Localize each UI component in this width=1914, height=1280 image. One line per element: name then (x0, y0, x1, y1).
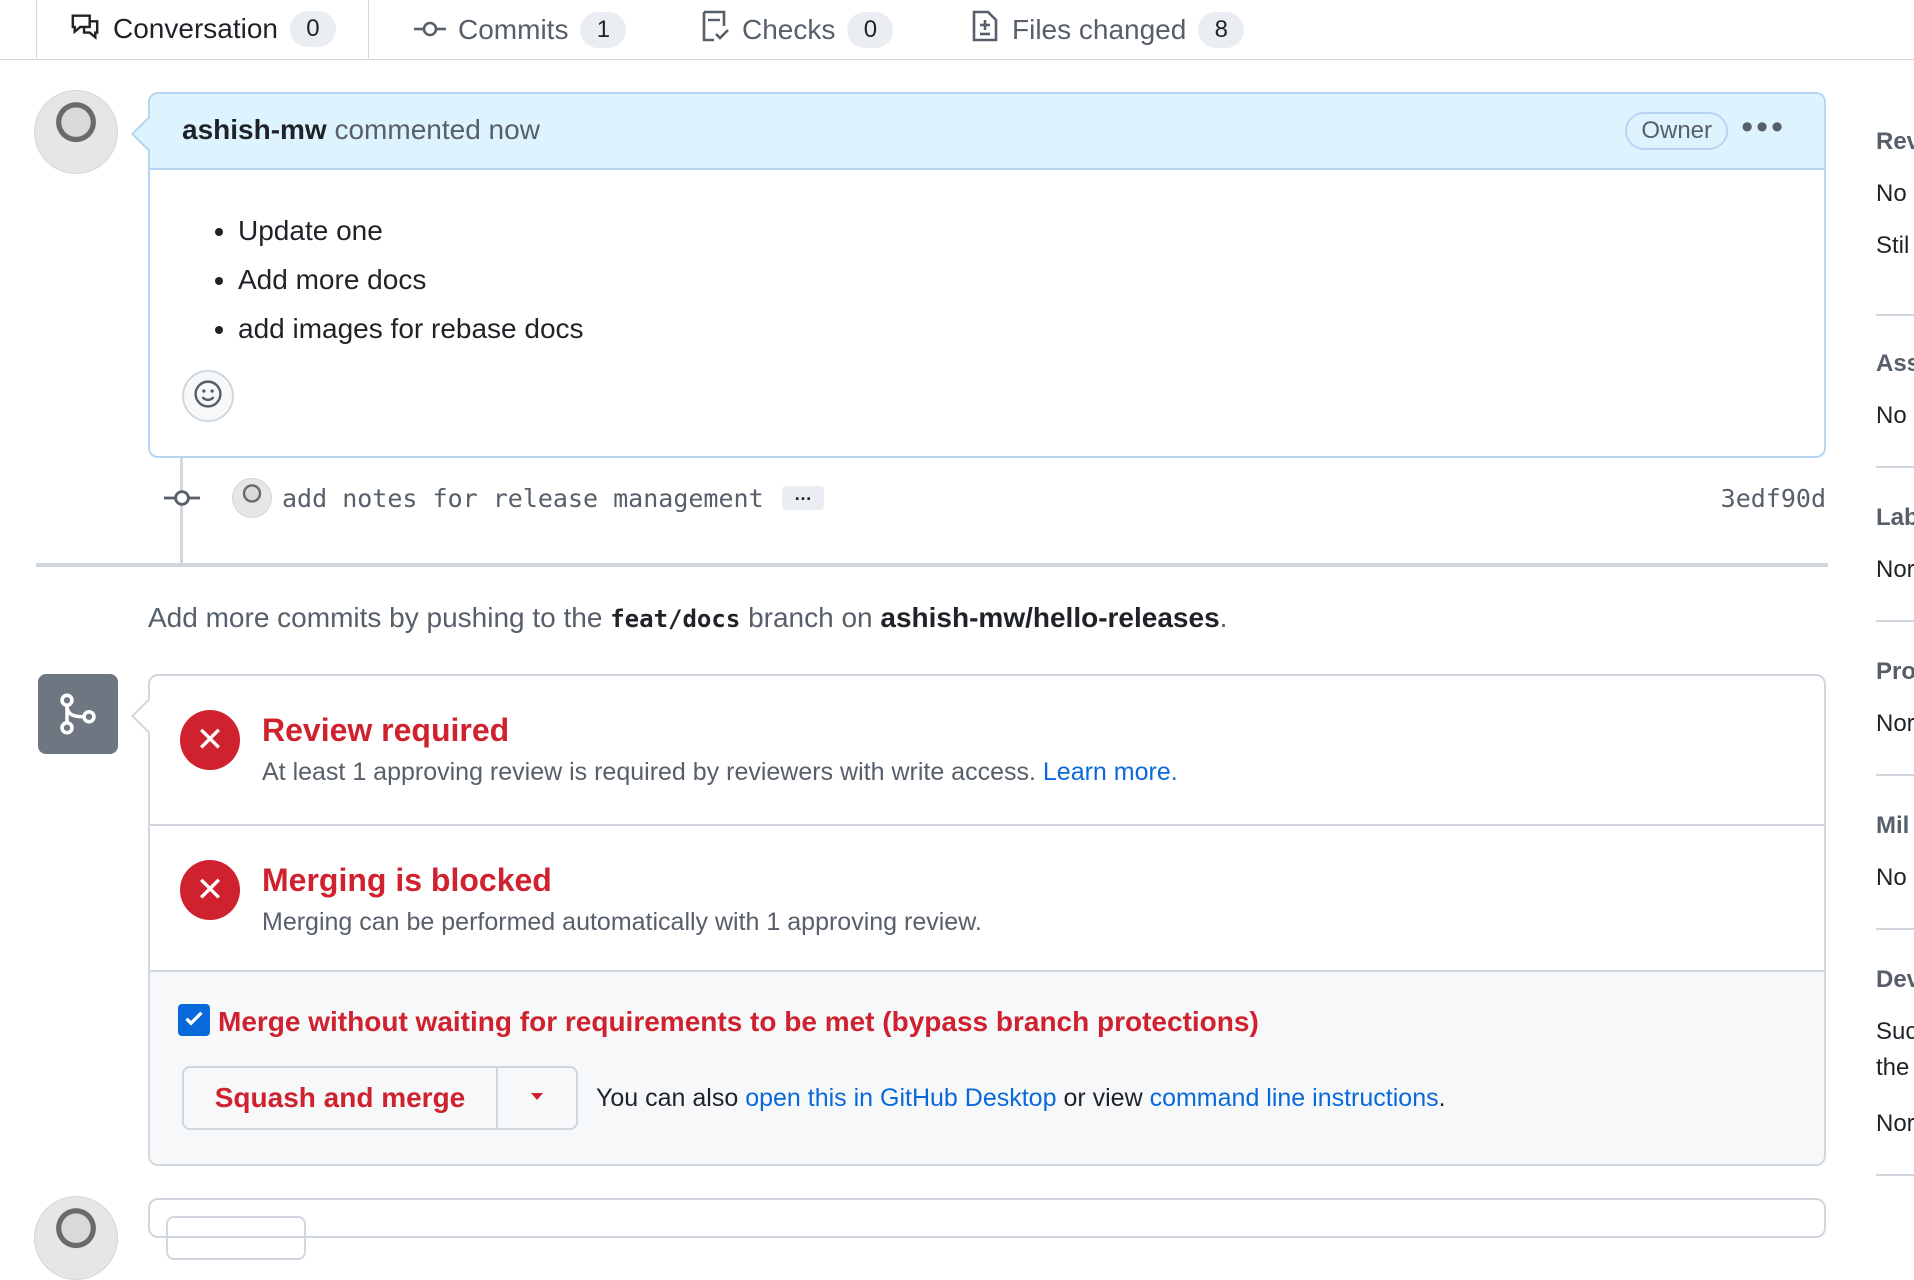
tab-conversation[interactable]: Conversation 0 (36, 0, 369, 59)
commit-node-icon (164, 488, 200, 513)
merging-blocked-section: ✕ Merging is blocked Merging can be perf… (150, 826, 1824, 972)
review-required-section: ✕ Review required At least 1 approving r… (150, 676, 1824, 824)
tab-commits-count: 1 (580, 11, 627, 48)
sidebar-divider (1876, 1174, 1914, 1176)
sidebar-reviewers-heading[interactable]: Rev (1876, 128, 1914, 156)
also-prefix: You can also (596, 1084, 739, 1112)
merge-actions: Merge without waiting for requirements t… (150, 972, 1824, 1164)
tab-files-changed-count: 8 (1198, 11, 1245, 48)
triangle-down-icon (529, 1089, 545, 1107)
commit-author-avatar[interactable] (232, 478, 272, 518)
sidebar-divider (1876, 774, 1914, 776)
tab-checks-count: 0 (847, 11, 894, 48)
tab-files-changed-label: Files changed (1012, 13, 1187, 45)
branch-name: feat/docs (610, 605, 741, 633)
sidebar-divider (1876, 620, 1914, 622)
review-required-desc: At least 1 approving review is required … (262, 758, 1036, 786)
bypass-checkbox[interactable] (178, 1004, 210, 1036)
sidebar-development-value: Nor (1876, 1110, 1914, 1137)
tab-commits-label: Commits (458, 13, 569, 45)
commit-icon (414, 14, 446, 46)
checklist-icon (700, 10, 730, 49)
new-comment-box (148, 1198, 1826, 1260)
comment-author-link[interactable]: ashish-mw (182, 114, 327, 145)
comment-options-icon[interactable]: ••• (1741, 108, 1786, 147)
tab-conversation-count: 0 (289, 11, 336, 47)
sidebar-divider (1876, 314, 1914, 316)
sidebar-reviewers-note: Stil (1876, 232, 1910, 259)
comment-action[interactable]: commented now (334, 114, 539, 145)
conversation-icon (69, 11, 101, 48)
tab-commits[interactable]: Commits 1 (414, 0, 627, 59)
push-hint: Add more commits by pushing to the feat/… (148, 602, 1227, 634)
git-merge-icon (38, 674, 118, 754)
sidebar-divider (1876, 928, 1914, 930)
sidebar-projects-value: Nor (1876, 710, 1914, 737)
smiley-icon (193, 379, 223, 414)
sidebar-projects-heading[interactable]: Pro (1876, 658, 1914, 686)
list-item: Update one (238, 206, 584, 255)
push-hint-prefix: Add more commits by pushing to the (148, 602, 603, 633)
merge-method-dropdown[interactable] (498, 1068, 576, 1128)
pr-tab-bar: Conversation 0 Commits 1 Checks 0 Files … (0, 0, 1914, 60)
sidebar-assignees-value: No (1876, 402, 1907, 429)
merge-button-group: Squash and merge (182, 1066, 578, 1130)
list-item: add images for rebase docs (238, 304, 584, 353)
merging-blocked-title: Merging is blocked (262, 862, 552, 898)
sidebar-milestone-heading[interactable]: Mil (1876, 812, 1909, 840)
merge-alternatives-text: You can also open this in GitHub Desktop… (596, 1084, 1446, 1113)
comment-author-avatar[interactable] (34, 90, 118, 174)
sidebar-development-heading[interactable]: Dev (1876, 966, 1914, 994)
push-hint-middle: branch on (748, 602, 873, 633)
squash-and-merge-button[interactable]: Squash and merge (184, 1068, 498, 1128)
review-required-text: At least 1 approving review is required … (262, 758, 1178, 787)
sidebar-divider (1876, 466, 1914, 468)
also-suffix: . (1438, 1084, 1446, 1112)
x-circle-icon: ✕ (180, 860, 240, 920)
new-comment-avatar[interactable] (34, 1196, 118, 1280)
pr-description-comment: ashish-mw commented now Owner ••• Update… (131, 92, 1826, 458)
tab-conversation-label: Conversation (113, 13, 278, 44)
commit-message-link[interactable]: add notes for release management (282, 484, 764, 513)
sidebar-labels-value: Nor (1876, 556, 1914, 583)
commit-sha-link[interactable]: 3edf90d (1721, 484, 1826, 513)
learn-more-link[interactable]: Learn more. (1043, 758, 1178, 786)
comment-header: ashish-mw commented now Owner ••• (150, 94, 1824, 170)
checkmark-icon (182, 1006, 206, 1035)
sidebar-assignees-heading[interactable]: Ass (1876, 350, 1914, 378)
owner-badge: Owner (1625, 112, 1728, 150)
github-desktop-link[interactable]: open this in GitHub Desktop (745, 1084, 1056, 1112)
push-hint-suffix: . (1219, 602, 1228, 633)
sidebar-labels-heading[interactable]: Lab (1876, 504, 1914, 532)
comment-meta: ashish-mw commented now (182, 114, 540, 146)
merging-blocked-text: Merging can be performed automatically w… (262, 908, 982, 936)
repo-name: ashish-mw/hello-releases (880, 602, 1220, 633)
list-item: Add more docs (238, 255, 584, 304)
tab-files-changed[interactable]: Files changed 8 (970, 0, 1245, 59)
timeline-divider (36, 563, 1828, 567)
review-required-title: Review required (262, 712, 510, 748)
sidebar-development-text-2: the (1876, 1054, 1910, 1081)
tab-checks-label: Checks (742, 13, 836, 45)
also-middle: or view (1063, 1084, 1143, 1112)
add-reaction-button[interactable] (182, 370, 234, 422)
write-tab[interactable] (166, 1216, 306, 1260)
tab-checks[interactable]: Checks 0 (700, 0, 894, 59)
x-circle-icon: ✕ (180, 710, 240, 770)
merge-box: ✕ Review required At least 1 approving r… (131, 674, 1826, 1166)
command-line-instructions-link[interactable]: command line instructions (1150, 1084, 1439, 1112)
comment-body-list: Update one Add more docs add images for … (208, 206, 584, 353)
sidebar-milestone-value: No (1876, 864, 1907, 891)
commit-expand-button[interactable]: … (782, 485, 824, 510)
bypass-label[interactable]: Merge without waiting for requirements t… (218, 1006, 1259, 1038)
file-diff-icon (970, 10, 1000, 49)
sidebar-development-text: Suc (1876, 1018, 1914, 1045)
sidebar-reviewers-value: No (1876, 180, 1907, 207)
